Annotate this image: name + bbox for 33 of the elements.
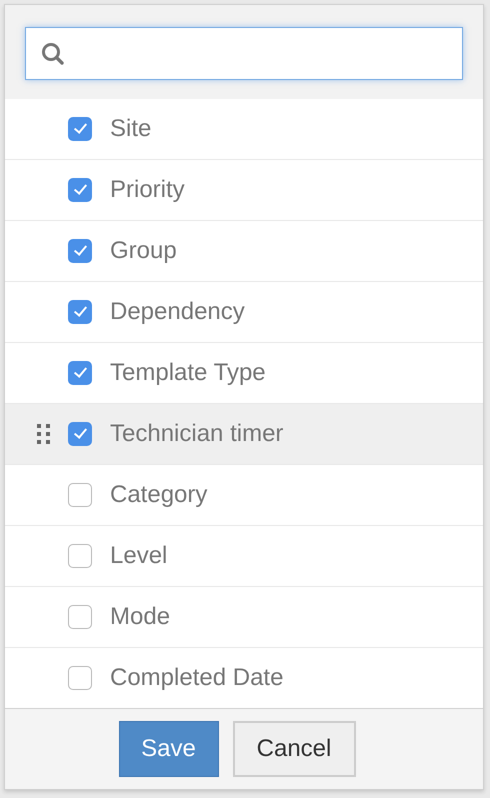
search-field[interactable]: [25, 27, 463, 80]
column-label: Level: [110, 542, 168, 570]
column-option[interactable]: Technician timer: [5, 404, 483, 465]
column-label: Template Type: [110, 359, 266, 387]
search-icon: [40, 40, 66, 66]
column-option[interactable]: Level: [5, 526, 483, 587]
column-label: Site: [110, 115, 152, 143]
column-label: Group: [110, 237, 177, 265]
checkbox[interactable]: [68, 605, 92, 629]
checkbox[interactable]: [68, 117, 92, 141]
column-option[interactable]: Site: [5, 99, 483, 160]
checkbox[interactable]: [68, 666, 92, 690]
column-option[interactable]: Group: [5, 221, 483, 282]
column-option[interactable]: Dependency: [5, 282, 483, 343]
column-option[interactable]: Mode: [5, 587, 483, 648]
column-label: Completed Date: [110, 664, 284, 692]
checkbox[interactable]: [68, 544, 92, 568]
checkbox[interactable]: [68, 300, 92, 324]
cancel-button[interactable]: Cancel: [232, 721, 356, 777]
checkbox[interactable]: [68, 422, 92, 446]
column-label: Category: [110, 481, 208, 509]
checkbox[interactable]: [68, 178, 92, 202]
column-label: Mode: [110, 603, 170, 631]
save-button[interactable]: Save: [118, 721, 218, 777]
checkbox[interactable]: [68, 361, 92, 385]
column-label: Technician timer: [110, 420, 284, 448]
column-label: Priority: [110, 176, 185, 204]
column-option[interactable]: Priority: [5, 160, 483, 221]
checkbox[interactable]: [68, 483, 92, 507]
column-label: Dependency: [110, 298, 245, 326]
drag-handle-icon[interactable]: [37, 424, 51, 444]
column-option[interactable]: Category: [5, 465, 483, 526]
checkbox[interactable]: [68, 239, 92, 263]
